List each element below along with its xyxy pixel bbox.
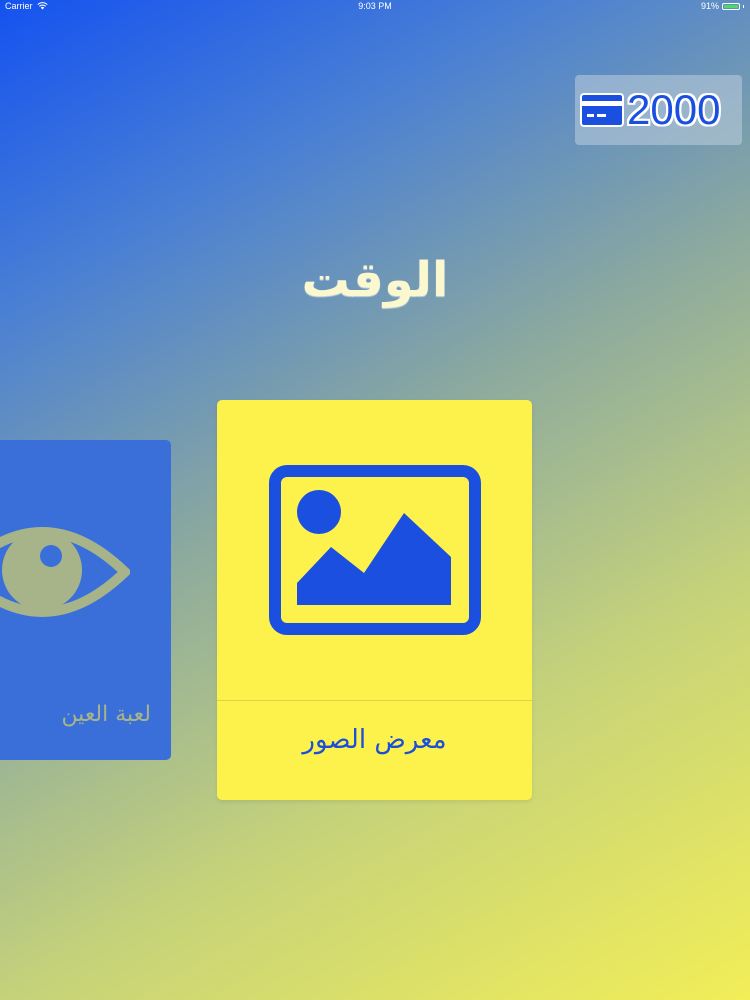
status-time: 9:03 PM xyxy=(358,1,392,11)
status-bar: Carrier 9:03 PM 91% xyxy=(0,0,750,14)
photo-gallery-label: معرض الصور xyxy=(302,725,447,755)
credits-badge[interactable]: 2000 xyxy=(575,75,742,145)
credit-card-icon xyxy=(580,93,624,127)
battery-percent: 91% xyxy=(700,1,719,11)
status-right: 91% xyxy=(701,1,744,11)
eye-game-card[interactable]: لعبة العين xyxy=(0,440,171,760)
image-gallery-icon xyxy=(269,465,481,635)
credits-value: 2000 xyxy=(627,86,721,133)
page-title: الوقت xyxy=(301,252,449,308)
photo-gallery-card[interactable]: معرض الصور xyxy=(217,400,532,800)
card-divider xyxy=(217,700,532,701)
eye-game-label: لعبة العين xyxy=(61,702,151,727)
battery-icon xyxy=(722,2,740,10)
eye-icon xyxy=(0,527,130,617)
